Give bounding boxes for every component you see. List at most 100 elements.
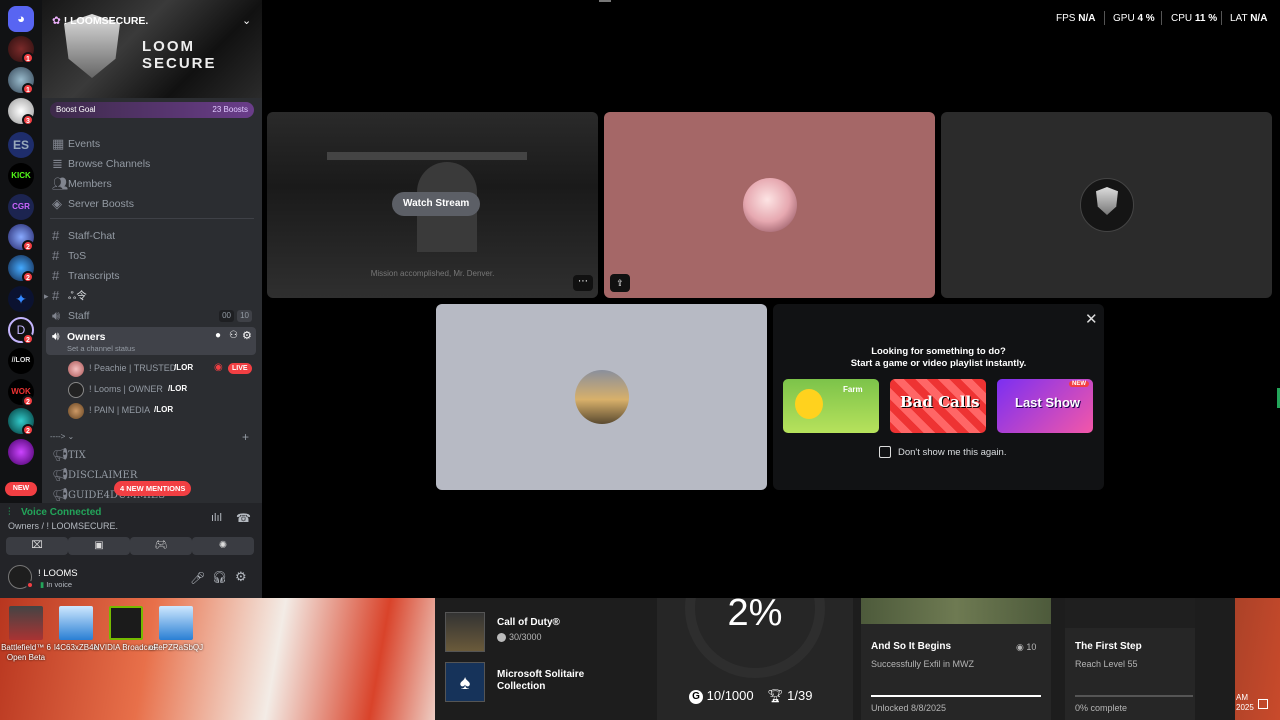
new-mentions-pill[interactable]: 4 NEW MENTIONS	[114, 481, 192, 496]
game-row-solitaire[interactable]: ♠ Microsoft Solitaire Collection	[445, 662, 605, 706]
noise-suppression-icon[interactable]: ılıl	[211, 512, 222, 524]
desktop-icon-file-2[interactable]: oFePZRaSbQJ	[142, 606, 210, 653]
game-title: Call of Duty®	[497, 617, 560, 628]
achievement-unlocked: Unlocked 8/8/2025	[871, 703, 947, 713]
live-badge: LIVE	[228, 363, 252, 374]
close-icon[interactable]: ✕	[1085, 310, 1098, 328]
headphones-icon[interactable]: 🎧︎	[212, 570, 227, 584]
microphone-icon[interactable]: 🎤︎	[190, 571, 205, 585]
participant-tile-peachie[interactable]: ⇪	[604, 112, 935, 298]
achievement-progress-bar	[871, 695, 1041, 697]
hash-icon: #	[52, 228, 60, 243]
achievement-card-2[interactable]: The First Step Reach Level 55 0% complet…	[1065, 598, 1195, 720]
add-channel-icon[interactable]: +	[242, 430, 249, 444]
speaker-icon: 🔊︎	[52, 308, 61, 323]
settings-gear-icon[interactable]: ⚙	[235, 569, 247, 585]
notification-icon[interactable]	[1258, 699, 1268, 709]
server-badge-icon: ✿	[52, 15, 61, 27]
game-score: 30/3000	[497, 632, 542, 643]
mention-badge: 2	[22, 333, 34, 345]
mention-badge: 2	[22, 240, 34, 252]
voice-user-pain[interactable]: ! PAIN | MEDIA /LOR	[68, 402, 258, 420]
nav-members[interactable]: 👥︎ Members	[48, 174, 256, 194]
voice-username: ! PAIN | MEDIA	[89, 405, 151, 415]
watch-stream-button[interactable]: Watch Stream	[392, 192, 481, 216]
battlefield-icon	[9, 606, 43, 640]
divider	[1161, 11, 1162, 25]
username[interactable]: ! LOOMS	[38, 568, 78, 579]
drag-handle[interactable]	[599, 0, 611, 2]
camera-button[interactable]: ⌧	[6, 537, 68, 555]
server-icon-lor[interactable]: //LOR	[8, 348, 34, 374]
more-options-icon[interactable]: ⋯	[573, 275, 593, 291]
megaphone-icon: 📢︎	[52, 468, 69, 483]
progress-card: 2% G 10/1000 🏆︎ 1/39	[657, 538, 853, 720]
achievement-image	[861, 598, 1051, 624]
voice-location[interactable]: Owners / ! LOOMSECURE.	[8, 521, 118, 531]
file-icon	[59, 606, 93, 640]
nav-events[interactable]: ▦ Events	[48, 134, 256, 154]
chick-icon	[795, 389, 823, 419]
screen-share-button[interactable]: ▣	[68, 537, 130, 555]
stream-watch-icon[interactable]: ⇪	[610, 274, 630, 292]
category-header[interactable]: ----> ⌄	[50, 432, 74, 441]
nav-server-boosts[interactable]: ◈ Server Boosts	[48, 194, 256, 214]
channel-symbols[interactable]: ▸ # ஃ令	[44, 286, 256, 306]
soundboard-button[interactable]: ✺	[192, 537, 254, 555]
channel-staff-voice[interactable]: 🔊︎ Staff 00 10	[48, 306, 256, 326]
nav-browse-channels[interactable]: ≣ Browse Channels	[48, 154, 256, 174]
game-label: Farm	[843, 385, 863, 394]
taskbar-clock[interactable]: AM 2025	[1236, 693, 1256, 713]
discord-home-icon[interactable]: ◕	[8, 6, 34, 32]
channel-tos[interactable]: # ToS	[48, 246, 256, 266]
channel-owners-selected[interactable]: 🔊︎ Owners Set a channel status ● ⚇ ⚙	[46, 327, 256, 355]
participant-tile-looms[interactable]	[941, 112, 1272, 298]
stream-tile[interactable]: Watch Stream Mission accomplished, Mr. D…	[267, 112, 598, 298]
voice-count-left: 00	[219, 310, 234, 322]
server-icon[interactable]	[8, 439, 34, 465]
dont-show-checkbox[interactable]	[879, 446, 891, 458]
camera-off-icon: ⌧	[31, 540, 43, 551]
voice-user-looms[interactable]: ! Looms | OWNER /LOR	[68, 381, 258, 399]
chevron-down-icon[interactable]: ⌄	[242, 14, 251, 27]
activity-game-bad-calls[interactable]: Bad Calls	[890, 379, 986, 433]
progress-percent: 2%	[727, 592, 783, 634]
channel-name: Owners	[67, 331, 106, 343]
game-row-cod[interactable]: Call of Duty® 30/3000	[445, 610, 605, 654]
trophy-icon: 🏆︎	[767, 688, 784, 703]
hash-icon: #	[52, 288, 60, 303]
server-icon-es[interactable]: ES	[8, 132, 34, 158]
server-icon[interactable]: ✦	[8, 286, 34, 312]
new-badge[interactable]: NEW	[5, 482, 37, 496]
add-member-icon[interactable]: ⚇	[229, 330, 238, 341]
server-icon-cgr[interactable]: CGR	[8, 194, 34, 220]
activity-game-farm[interactable]: Farm	[783, 379, 879, 433]
server-icon-kick[interactable]: KICK	[8, 163, 34, 189]
activity-button[interactable]: 🎮︎	[130, 537, 192, 555]
channel-status[interactable]: Set a channel status	[67, 344, 135, 353]
voice-count-right: 10	[237, 310, 252, 322]
stat-fps: FPS N/A	[1056, 13, 1096, 24]
chevron-right-icon: ▸	[44, 291, 49, 301]
channel-transcripts[interactable]: # Transcripts	[48, 266, 256, 286]
disconnect-icon[interactable]: ☎	[236, 511, 251, 525]
participant-tile-pain[interactable]	[436, 304, 767, 490]
new-tag: NEW	[1069, 381, 1089, 387]
voice-user-peachie[interactable]: ! Peachie | TRUSTED /LOR ◉ LIVE	[68, 360, 258, 378]
chat-bubble-icon[interactable]: ●	[215, 330, 221, 341]
server-name-header[interactable]: ✿ ! LOOMSECURE.	[52, 15, 148, 27]
achievement-progress-bar	[1075, 695, 1193, 697]
channel-staff-chat[interactable]: # Staff-Chat	[48, 226, 256, 246]
file-icon	[159, 606, 193, 640]
voice-connected-status[interactable]: Voice Connected	[21, 507, 101, 518]
boost-goal-bar[interactable]: Boost Goal 23 Boosts	[50, 102, 254, 118]
mention-badge: 2	[22, 395, 34, 407]
achievement-card-1[interactable]: And So It Begins ◉ 10 Successfully Exfil…	[861, 598, 1051, 720]
achievement-desc: Reach Level 55	[1075, 659, 1138, 669]
gear-icon[interactable]: ⚙	[242, 329, 252, 342]
activity-title: Looking for something to do?	[871, 346, 1006, 357]
achievement-image	[1065, 598, 1195, 628]
boost-goal-label: Boost Goal	[56, 105, 96, 114]
activity-game-last-show[interactable]: NEW Last Show	[997, 379, 1093, 433]
channel-tix[interactable]: 📢︎ TIX	[48, 446, 256, 466]
